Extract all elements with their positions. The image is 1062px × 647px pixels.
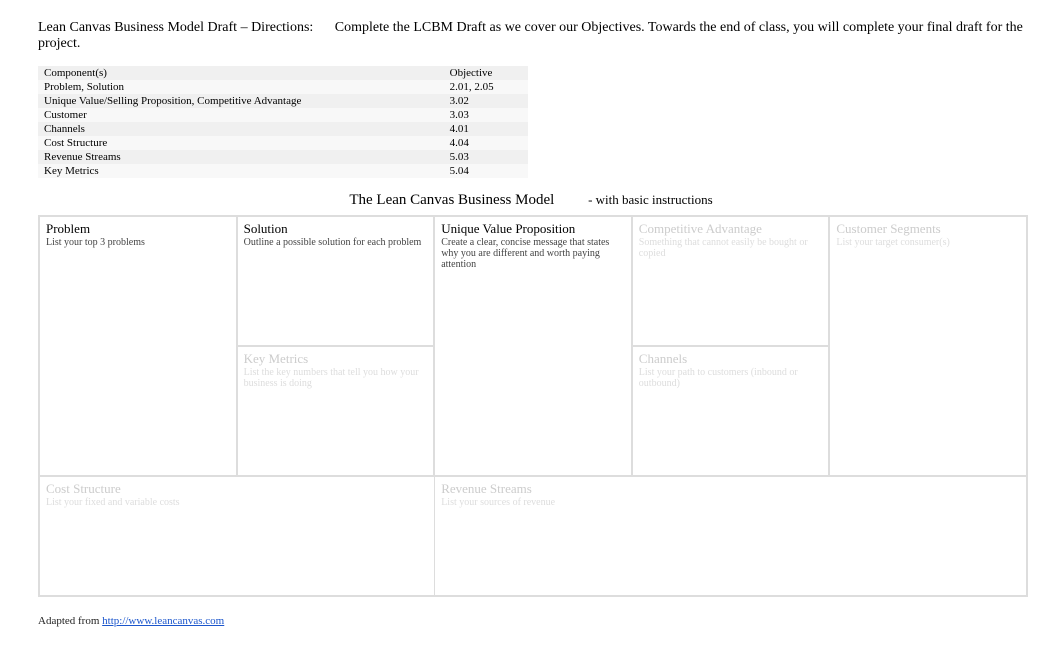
cell-component: Cost Structure [38,136,444,150]
cell-title: Unique Value Proposition [441,221,625,237]
cell-problem: Problem List your top 3 problems [39,216,237,476]
cell-desc: List your target consumer(s) [836,237,1020,248]
cell-objective: 5.03 [444,150,528,164]
source-link[interactable]: http://www.leancanvas.com [102,615,224,627]
cell-objective: 2.01, 2.05 [444,80,528,94]
table-row: Channels4.01 [38,122,528,136]
page-header: Lean Canvas Business Model Draft – Direc… [38,20,1024,52]
cell-desc: List your sources of revenue [441,497,1020,508]
cell-component: Unique Value/Selling Proposition, Compet… [38,94,444,108]
cell-desc: List the key numbers that tell you how y… [244,367,428,389]
cell-solution: Solution Outline a possible solution for… [237,216,435,346]
cell-component: Revenue Streams [38,150,444,164]
cell-title: Channels [639,351,823,367]
objectives-table: Component(s) Objective Problem, Solution… [38,66,528,178]
cell-title: Problem [46,221,230,237]
cell-objective: 5.04 [444,164,528,178]
cell-objective: 3.02 [444,94,528,108]
canvas-subtitle: - with basic instructions [588,192,713,207]
header-title: Lean Canvas Business Model Draft – Direc… [38,20,313,35]
table-header-row: Component(s) Objective [38,66,528,80]
cell-objective: 4.01 [444,122,528,136]
cell-key-metrics: Key Metrics List the key numbers that te… [237,346,435,476]
cell-desc: List your path to customers (inbound or … [639,367,823,389]
cell-desc: Create a clear, concise message that sta… [441,237,625,270]
cell-title: Solution [244,221,428,237]
cell-title: Revenue Streams [441,481,1020,497]
canvas-title: The Lean Canvas Business Model [349,192,554,208]
cell-title: Cost Structure [46,481,428,497]
canvas-heading: The Lean Canvas Business Model - with ba… [38,192,1024,209]
table-row: Unique Value/Selling Proposition, Compet… [38,94,528,108]
cell-competitive-advantage: Competitive Advantage Something that can… [632,216,830,346]
cell-component: Key Metrics [38,164,444,178]
cell-component: Problem, Solution [38,80,444,94]
adapted-prefix: Adapted from [38,615,102,627]
cell-desc: Outline a possible solution for each pro… [244,237,428,248]
cell-title: Key Metrics [244,351,428,367]
cell-objective: 3.03 [444,108,528,122]
cell-objective: 4.04 [444,136,528,150]
cell-desc: List your fixed and variable costs [46,497,428,508]
table-row: Revenue Streams5.03 [38,150,528,164]
cell-component: Customer [38,108,444,122]
cell-component: Channels [38,122,444,136]
cell-uvp: Unique Value Proposition Create a clear,… [434,216,632,476]
cell-cost-structure: Cost Structure List your fixed and varia… [39,476,434,596]
adapted-from: Adapted from http://www.leancanvas.com [38,615,1024,627]
col-objective: Objective [444,66,528,80]
table-row: Problem, Solution2.01, 2.05 [38,80,528,94]
cell-desc: List your top 3 problems [46,237,230,248]
cell-title: Customer Segments [836,221,1020,237]
table-row: Key Metrics5.04 [38,164,528,178]
cell-channels: Channels List your path to customers (in… [632,346,830,476]
lean-canvas-grid: Problem List your top 3 problems Solutio… [38,215,1028,597]
col-components: Component(s) [38,66,444,80]
cell-desc: Something that cannot easily be bought o… [639,237,823,259]
cell-title: Competitive Advantage [639,221,823,237]
cell-revenue-streams: Revenue Streams List your sources of rev… [434,476,1027,596]
cell-customer-segments: Customer Segments List your target consu… [829,216,1027,476]
table-row: Customer3.03 [38,108,528,122]
table-row: Cost Structure4.04 [38,136,528,150]
